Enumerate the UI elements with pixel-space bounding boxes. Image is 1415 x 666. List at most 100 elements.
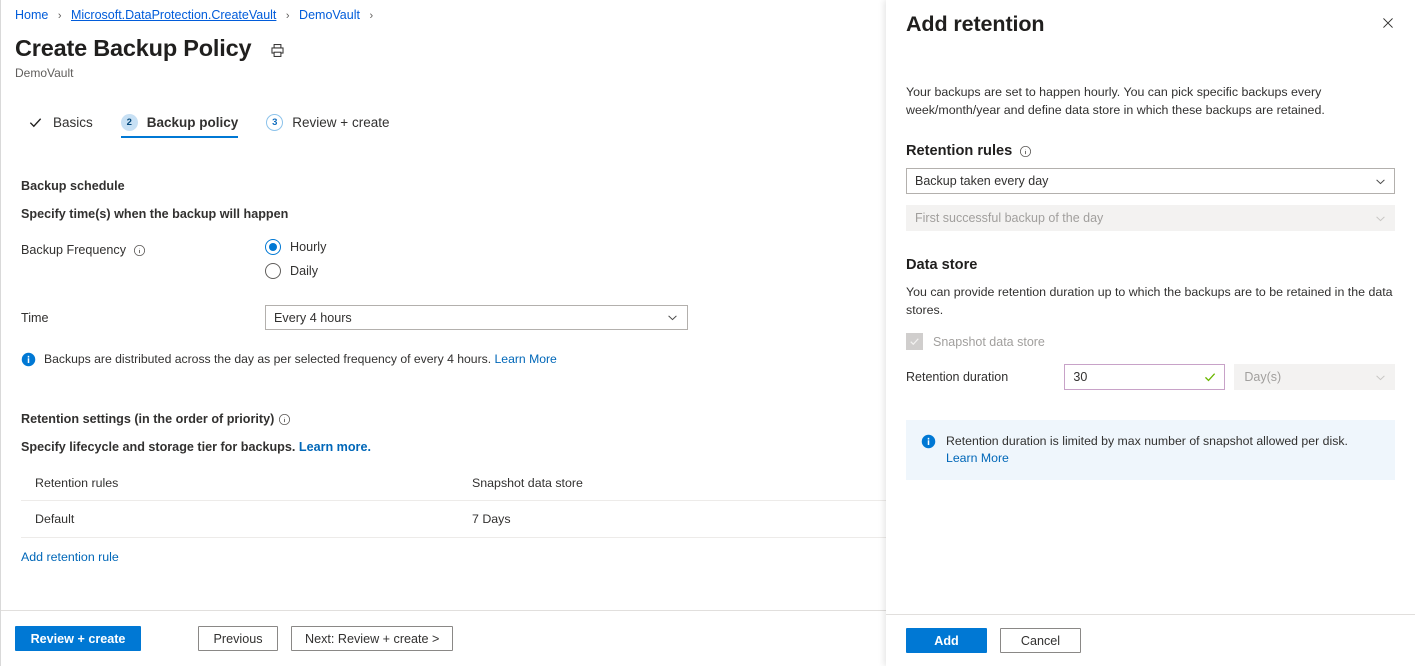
column-header-snapshot-data-store: Snapshot data store (472, 476, 772, 490)
chevron-down-icon (1374, 371, 1387, 384)
chevron-down-icon (666, 311, 679, 324)
chevron-down-icon (1374, 212, 1387, 225)
retention-duration-input[interactable] (1073, 370, 1203, 384)
create-backup-policy-blade: Home › Microsoft.DataProtection.CreateVa… (0, 0, 886, 666)
info-filled-icon (21, 352, 36, 371)
add-retention-rule-link[interactable]: Add retention rule (21, 550, 119, 564)
retention-limit-banner: Retention duration is limited by max num… (906, 420, 1395, 480)
radio-daily[interactable]: Daily (265, 263, 326, 279)
retention-rule-select[interactable]: Backup taken every day (906, 168, 1395, 194)
time-label: Time (21, 311, 265, 325)
tab-backup-policy[interactable]: 2 Backup policy (115, 114, 249, 138)
retention-rules-heading-group: Retention rules (906, 143, 1395, 159)
retention-rule-detail-value: First successful backup of the day (915, 211, 1103, 225)
wizard-tabs: Basics 2 Backup policy 3 Review + create (1, 106, 886, 138)
specify-times-label: Specify time(s) when the backup will hap… (21, 207, 886, 221)
schedule-info-note: Backups are distributed across the day a… (21, 351, 886, 371)
radio-hourly[interactable]: Hourly (265, 239, 326, 255)
banner-text-group: Retention duration is limited by max num… (946, 433, 1381, 467)
retention-settings-heading: Retention settings (in the order of prio… (21, 412, 274, 426)
retention-duration-unit-select: Day(s) (1234, 364, 1395, 390)
retention-duration-field[interactable] (1064, 364, 1225, 390)
add-button[interactable]: Add (906, 628, 987, 653)
panel-header: Add retention (886, 0, 1415, 38)
banner-text: Retention duration is limited by max num… (946, 434, 1348, 448)
backup-frequency-radio-group: Hourly Daily (265, 239, 326, 279)
add-retention-panel: Add retention Your backups are set to ha… (886, 0, 1415, 666)
retention-duration-unit-value: Day(s) (1244, 370, 1281, 384)
schedule-note-text: Backups are distributed across the day a… (44, 351, 557, 367)
previous-button[interactable]: Previous (198, 626, 278, 651)
tab-basics-label: Basics (53, 115, 93, 130)
backup-frequency-row: Backup Frequency Hourly (21, 239, 886, 279)
time-select[interactable]: Every 4 hours (265, 305, 688, 330)
panel-title: Add retention (906, 10, 1044, 38)
breadcrumb: Home › Microsoft.DataProtection.CreateVa… (1, 0, 886, 24)
cell-snapshot-duration: 7 Days (472, 512, 772, 526)
blade-content: Backup schedule Specify time(s) when the… (1, 179, 886, 566)
snapshot-data-store-label: Snapshot data store (933, 335, 1045, 349)
panel-body: Your backups are set to happen hourly. Y… (886, 46, 1415, 614)
retention-rule-select-value: Backup taken every day (915, 174, 1048, 188)
data-store-heading: Data store (906, 257, 1395, 273)
valid-check-icon (1203, 370, 1217, 384)
tab-backup-policy-label: Backup policy (147, 115, 239, 130)
tab-step-badge-3: 3 (266, 114, 283, 131)
breadcrumb-item-demovault[interactable]: DemoVault (299, 8, 360, 22)
retention-rule-detail-select: First successful backup of the day (906, 205, 1395, 231)
snapshot-data-store-checkbox (906, 333, 923, 350)
banner-learn-more-link[interactable]: Learn More (946, 451, 1009, 465)
radio-hourly-dot (265, 239, 281, 255)
backup-schedule-heading: Backup schedule (21, 179, 886, 193)
backup-frequency-label-group: Backup Frequency (21, 239, 265, 259)
retention-settings-sub-row: Specify lifecycle and storage tier for b… (21, 440, 886, 454)
table-row[interactable]: Default 7 Days (21, 501, 886, 538)
tab-review-create[interactable]: 3 Review + create (260, 114, 399, 138)
chevron-down-icon (1374, 175, 1387, 188)
backup-frequency-label: Backup Frequency (21, 241, 126, 259)
blade-footer: Review + create Previous Next: Review + … (1, 610, 886, 666)
info-icon[interactable] (278, 413, 291, 426)
page-title-row: Create Backup Policy (1, 24, 886, 63)
breadcrumb-item-home[interactable]: Home (15, 8, 48, 22)
time-select-value: Every 4 hours (274, 311, 352, 325)
page-subtitle: DemoVault (1, 63, 886, 81)
cancel-button[interactable]: Cancel (1000, 628, 1081, 653)
retention-settings-sub: Specify lifecycle and storage tier for b… (21, 440, 295, 454)
breadcrumb-separator-icon: › (58, 10, 62, 22)
breadcrumb-separator-icon: › (369, 10, 373, 22)
retention-duration-row: Retention duration Day(s) (906, 364, 1395, 390)
breadcrumb-item-create-vault[interactable]: Microsoft.DataProtection.CreateVault (71, 8, 276, 22)
retention-settings-heading-group: Retention settings (in the order of prio… (21, 412, 886, 426)
tab-review-create-label: Review + create (292, 115, 389, 130)
review-create-button[interactable]: Review + create (15, 626, 141, 651)
retention-settings-learn-more-link[interactable]: Learn more. (299, 440, 371, 454)
panel-description: Your backups are set to happen hourly. Y… (906, 83, 1395, 119)
app-root: Home › Microsoft.DataProtection.CreateVa… (0, 0, 1415, 666)
info-filled-icon (921, 434, 936, 454)
time-row: Time Every 4 hours (21, 305, 886, 330)
next-review-create-button[interactable]: Next: Review + create > (291, 626, 453, 651)
snapshot-data-store-checkbox-row: Snapshot data store (906, 333, 1395, 350)
retention-rules-table: Retention rules Snapshot data store Defa… (21, 476, 886, 566)
cell-rule-name: Default (35, 512, 472, 526)
schedule-note-learn-more-link[interactable]: Learn More (495, 352, 557, 366)
tab-basics[interactable]: Basics (21, 114, 103, 138)
breadcrumb-separator-icon: › (286, 10, 290, 22)
panel-footer: Add Cancel (886, 614, 1415, 666)
table-header-row: Retention rules Snapshot data store (21, 476, 886, 501)
close-icon[interactable] (1375, 10, 1401, 36)
info-icon[interactable] (1019, 145, 1032, 158)
page-title: Create Backup Policy (15, 33, 251, 63)
tab-step-badge-2: 2 (121, 114, 138, 131)
schedule-note-body: Backups are distributed across the day a… (44, 352, 491, 366)
column-header-retention-rules: Retention rules (35, 476, 472, 490)
data-store-description: You can provide retention duration up to… (906, 283, 1395, 319)
blade-scroll-area: Home › Microsoft.DataProtection.CreateVa… (1, 0, 886, 610)
retention-rules-heading: Retention rules (906, 143, 1012, 159)
radio-daily-dot (265, 263, 281, 279)
printer-icon[interactable] (267, 40, 287, 60)
retention-duration-label: Retention duration (906, 370, 1064, 384)
radio-daily-label: Daily (290, 264, 318, 278)
info-icon[interactable] (133, 244, 146, 257)
